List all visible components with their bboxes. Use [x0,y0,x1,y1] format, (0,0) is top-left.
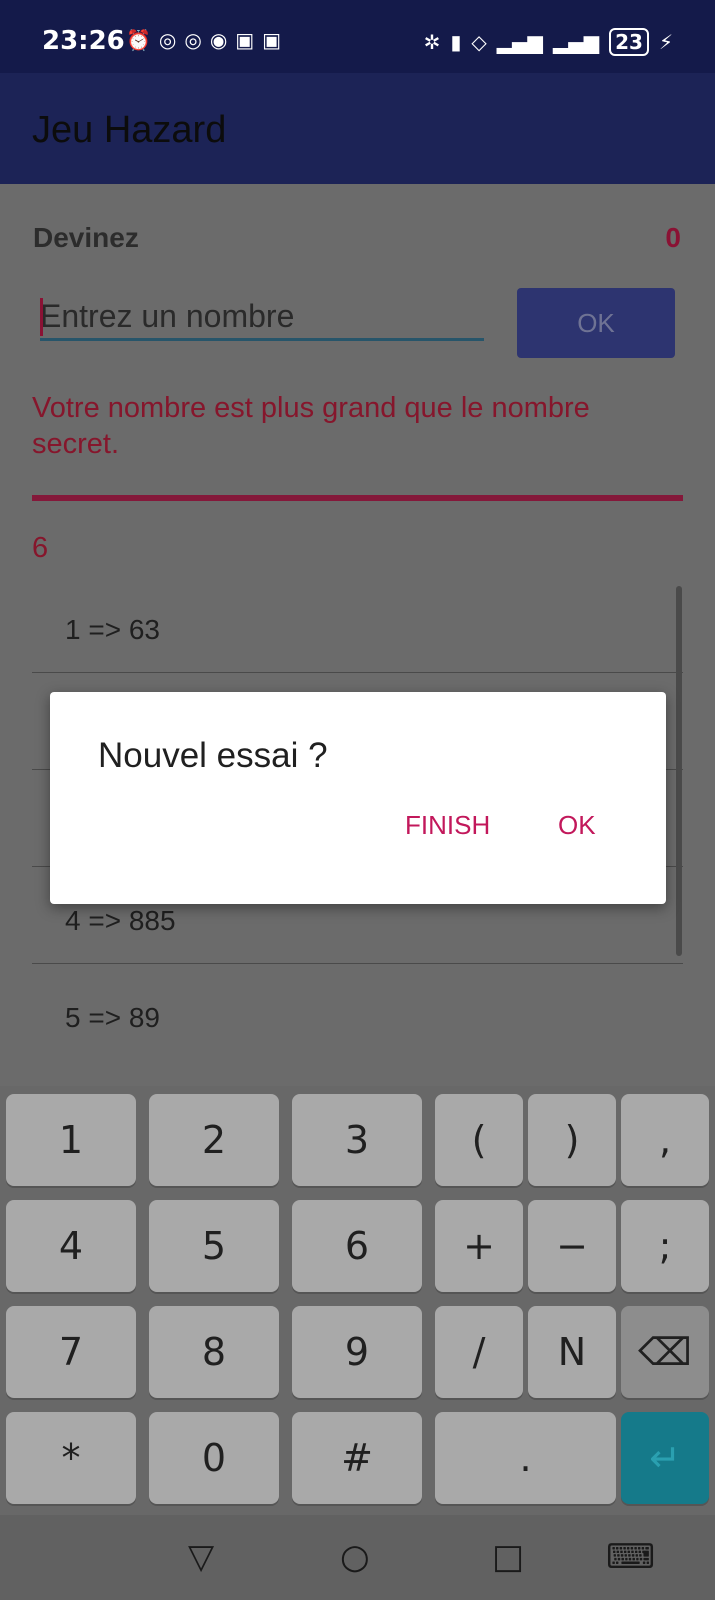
battery-icon: 23 [609,28,649,56]
key-plus[interactable]: + [435,1200,523,1292]
key-close-paren[interactable]: ) [528,1094,616,1186]
key-3[interactable]: 3 [292,1094,422,1186]
dialog-title: Nouvel essai ? [98,736,328,775]
key-6[interactable]: 6 [292,1200,422,1292]
bluetooth-icon: ✲ [423,30,441,54]
number-input[interactable] [40,296,484,336]
instagram-icon-2: ▣ [262,28,282,52]
list-item-text: 5 => 89 [65,1002,160,1033]
keyboard-icon[interactable]: ⌨ [606,1537,655,1577]
list-item-text: 1 => 63 [65,614,160,645]
divider-bar [32,495,683,501]
key-9[interactable]: 9 [292,1306,422,1398]
list-scrollbar[interactable] [676,586,682,956]
attempt-count: 6 [32,532,49,564]
key-8[interactable]: 8 [149,1306,279,1398]
charging-icon: ⚡ [658,30,673,54]
home-icon[interactable]: ○ [340,1537,370,1577]
key-0[interactable]: 0 [149,1412,279,1504]
score-value: 0 [665,222,681,253]
key-5[interactable]: 5 [149,1200,279,1292]
signal-icon-2: ▂▄▆ [552,30,600,54]
app-bar: Jeu Hazard [0,73,715,184]
whatsapp-icon: ◎ [158,28,177,52]
key-1[interactable]: 1 [6,1094,136,1186]
recents-icon[interactable]: □ [492,1537,524,1577]
instagram-icon: ▣ [235,28,255,52]
key-open-paren[interactable]: ( [435,1094,523,1186]
enter-icon[interactable]: ↵ [621,1412,709,1504]
guess-label: Devinez [33,222,139,253]
wifi-icon: ◇ [471,30,487,54]
key-hash[interactable]: # [292,1412,422,1504]
key-semicolon[interactable]: ; [621,1200,709,1292]
key-period[interactable]: . [435,1412,616,1504]
submit-guess-button[interactable]: OK [517,288,675,358]
game-content: Devinez 0 OK Votre nombre est plus grand… [0,184,715,1084]
notification-icons: ⏰ ◎ ◎ ◉ ▣ ▣ [126,28,281,52]
navigation-bar: ▽ ○ □ ⌨ [0,1515,715,1600]
key-asterisk[interactable]: * [6,1412,136,1504]
status-bar: 23:26 ⏰ ◎ ◎ ◉ ▣ ▣ ✲ ▮ ◇ ▂▄▆ ▂▄▆ 23 ⚡ [0,0,715,73]
vibrate-icon: ▮ [450,30,462,54]
app-title: Jeu Hazard [32,109,227,151]
new-attempt-dialog: Nouvel essai ? FINISH OK [50,692,666,904]
key-minus[interactable]: − [528,1200,616,1292]
signal-icon: ▂▄▆ [496,30,543,54]
key-comma[interactable]: , [621,1094,709,1186]
key-7[interactable]: 7 [6,1306,136,1398]
list-item[interactable]: 1 => 63 [32,576,683,673]
list-item-text: 4 => 885 [65,905,176,936]
number-input-wrapper [40,296,484,341]
whatsapp-business-icon: ◎ [184,28,202,52]
list-item[interactable]: 5 => 89 [32,964,683,1060]
dialog-ok-button[interactable]: OK [558,810,596,841]
status-time: 23:26 [42,26,125,56]
finish-button[interactable]: FINISH [405,810,490,841]
alarm-icon: ⏰ [126,28,151,52]
text-cursor [40,298,43,336]
hint-message: Votre nombre est plus grand que le nombr… [32,392,590,460]
key-2[interactable]: 2 [149,1094,279,1186]
backspace-icon[interactable]: ⌫ [621,1306,709,1398]
key-n[interactable]: N [528,1306,616,1398]
key-4[interactable]: 4 [6,1200,136,1292]
app-notification-icon: ◉ [209,28,228,52]
back-icon[interactable]: ▽ [188,1537,214,1577]
system-icons: ✲ ▮ ◇ ▂▄▆ ▂▄▆ 23 ⚡ [424,28,673,56]
key-slash[interactable]: / [435,1306,523,1398]
numeric-keyboard: 1 2 3 ( ) , 4 5 6 + − ; 7 8 9 / N ⌫ * 0 … [0,1086,715,1515]
